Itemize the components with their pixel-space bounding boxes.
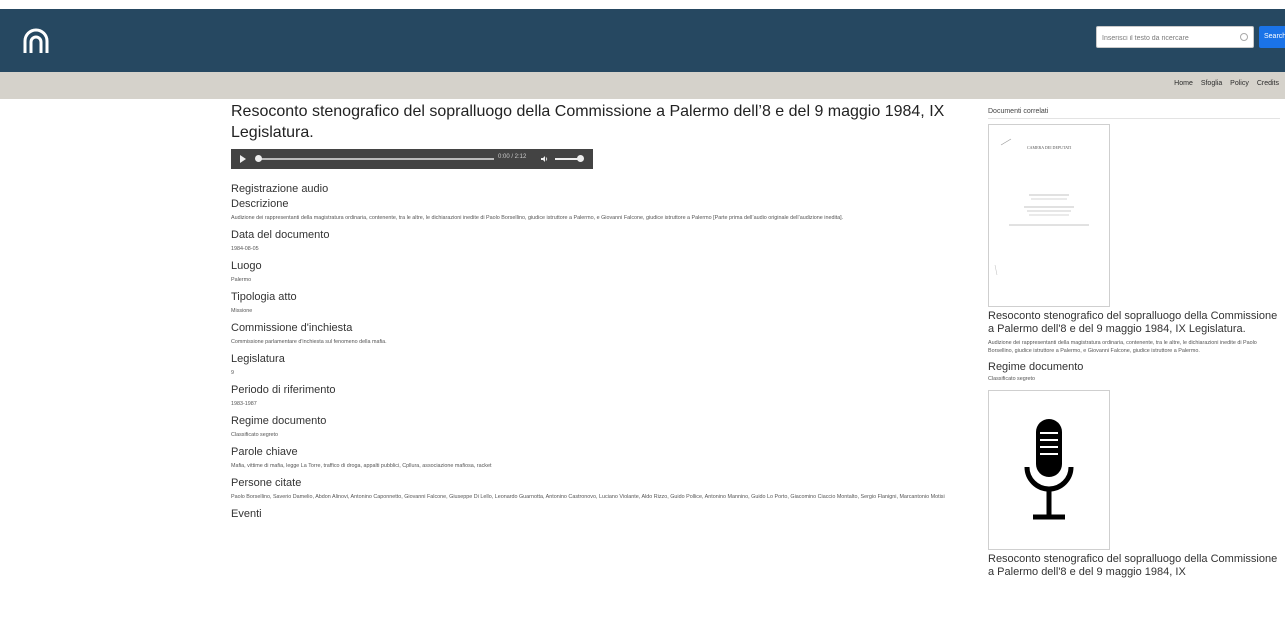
document-page-icon: CAMERA DEI DEPUTATI xyxy=(994,138,1089,276)
related-title[interactable]: Resoconto stenografico del sopralluogo d… xyxy=(988,553,1280,579)
nav-item-sfoglia[interactable]: Sfoglia xyxy=(1201,80,1222,87)
field-persone-citate: Persone citate Paolo Borsellino, Saverio… xyxy=(231,477,971,502)
field-commissione: Commissione d'inchiesta Commissione parl… xyxy=(231,322,971,347)
field-value: Commissione parlamentare d'inchiesta sul… xyxy=(231,339,387,345)
nav-item-policy[interactable]: Policy xyxy=(1230,80,1249,87)
navbar: Home Sfoglia Policy Credits xyxy=(0,72,1285,99)
volume-knob[interactable] xyxy=(577,155,584,162)
related-thumbnail-audio[interactable] xyxy=(988,390,1110,550)
nav-menu: Home Sfoglia Policy Credits xyxy=(1174,80,1285,87)
related-regime-value: Classificato segreto xyxy=(988,376,1036,382)
audio-heading: Registrazione audio xyxy=(231,183,329,195)
related-regime-label: Regime documento xyxy=(988,361,1084,373)
clear-search-icon[interactable] xyxy=(1240,33,1248,41)
cnr-logo-icon[interactable] xyxy=(22,27,50,55)
related-thumbnail-document[interactable]: CAMERA DEI DEPUTATI xyxy=(988,124,1110,307)
field-value: Palermo xyxy=(231,277,252,283)
field-value: 9 xyxy=(231,370,234,376)
related-description: Audizione dei rappresentanti della magis… xyxy=(988,340,1257,354)
document-detail: Resoconto stenografico del sopralluogo d… xyxy=(231,101,971,524)
field-value: Classificato segreto xyxy=(231,432,279,438)
related-documents: Documenti correlati CAMERA DEI DEPUTATI … xyxy=(988,108,1280,579)
audio-time: 0:00 / 2:12 xyxy=(498,154,527,160)
field-regime: Regime documento Classificato segreto xyxy=(231,415,971,440)
nav-item-credits[interactable]: Credits xyxy=(1257,80,1279,87)
top-strip xyxy=(0,0,1285,9)
volume-icon[interactable] xyxy=(541,155,549,163)
field-label: Commissione d'inchiesta xyxy=(231,322,353,334)
search-box xyxy=(1096,26,1254,49)
field-label: Data del documento xyxy=(231,229,330,241)
field-label: Eventi xyxy=(231,508,262,520)
audio-progress-bar[interactable] xyxy=(258,158,494,160)
field-luogo: Luogo Palermo xyxy=(231,260,971,285)
field-periodo: Periodo di riferimento 1983-1987 xyxy=(231,384,971,409)
field-label: Periodo di riferimento xyxy=(231,384,336,396)
field-parole-chiave: Parole chiave Mafia, vittime di mafia, l… xyxy=(231,446,971,471)
field-label: Regime documento xyxy=(231,415,327,427)
field-value: Missione xyxy=(231,308,253,314)
field-label: Tipologia atto xyxy=(231,291,297,303)
field-tipologia-atto: Tipologia atto Missione xyxy=(231,291,971,316)
related-title[interactable]: Resoconto stenografico del sopralluogo d… xyxy=(988,310,1280,336)
field-label: Persone citate xyxy=(231,477,302,489)
field-descrizione: Descrizione Audizione dei rappresentanti… xyxy=(231,198,971,223)
audio-progress-knob[interactable] xyxy=(255,155,262,162)
field-data-documento: Data del documento 1984-08-05 xyxy=(231,229,971,254)
related-documents-title: Documenti correlati xyxy=(988,108,1280,119)
audio-player: 0:00 / 2:12 xyxy=(231,149,593,169)
search-input[interactable] xyxy=(1097,27,1244,49)
search-button[interactable]: Search xyxy=(1259,26,1285,48)
page-title: Resoconto stenografico del sopralluogo d… xyxy=(231,103,945,141)
field-value: Audizione dei rappresentanti della magis… xyxy=(231,215,844,221)
field-label: Descrizione xyxy=(231,198,289,210)
field-value: Paolo Borsellino, Saverio Damelio, Abdon… xyxy=(231,494,945,500)
field-value: 1983-1987 xyxy=(231,401,257,407)
field-value: Mafia, vittime di mafia, legge La Torre,… xyxy=(231,463,492,469)
field-eventi: Eventi xyxy=(231,508,971,521)
field-label: Legislatura xyxy=(231,353,285,365)
site-header: Search xyxy=(0,9,1285,72)
field-value: 1984-08-05 xyxy=(231,246,259,252)
field-label: Luogo xyxy=(231,260,262,272)
microphone-icon xyxy=(1024,419,1074,520)
play-icon[interactable] xyxy=(240,155,246,163)
field-label: Parole chiave xyxy=(231,446,298,458)
nav-item-home[interactable]: Home xyxy=(1174,80,1193,87)
field-legislatura: Legislatura 9 xyxy=(231,353,971,378)
thumb-header-text: CAMERA DEI DEPUTATI xyxy=(1027,145,1072,150)
